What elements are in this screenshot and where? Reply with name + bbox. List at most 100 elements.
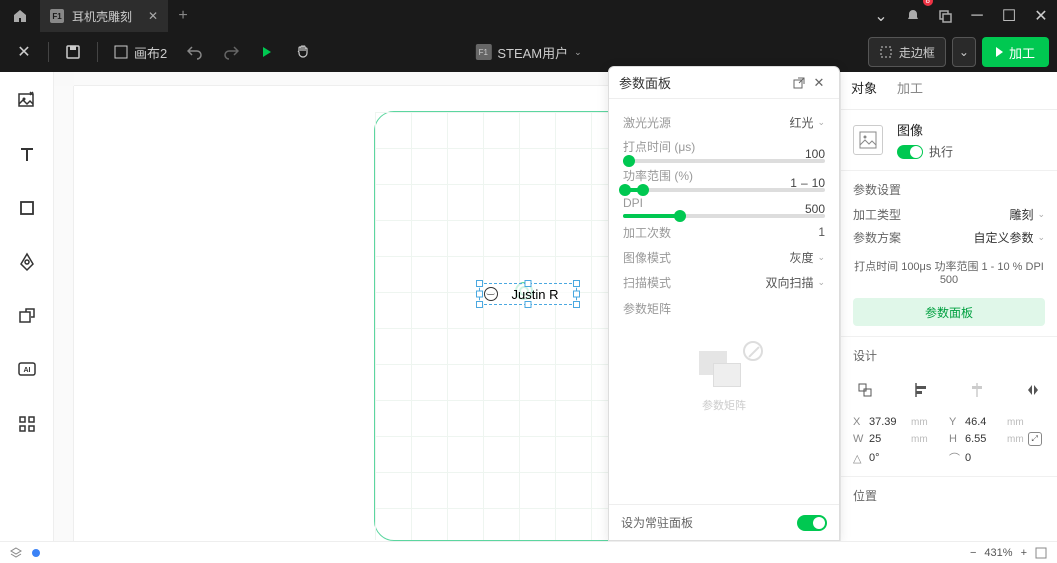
window-maximize-button[interactable]: ☐ xyxy=(993,0,1025,32)
zoom-fit-button[interactable] xyxy=(1035,547,1047,559)
smiley-icon xyxy=(484,287,498,301)
process-button[interactable]: 加工 xyxy=(982,37,1049,67)
copy-icon[interactable] xyxy=(929,0,961,32)
position-heading: 位置 xyxy=(853,487,1045,504)
titlebar: F1 耳机壳雕刻 ✕ + ⌄ 8 ─ ☐ ✕ xyxy=(0,0,1057,32)
app-logo-icon[interactable]: ✕ xyxy=(8,36,40,68)
status-bar: − 431% + xyxy=(0,541,1057,563)
image-mode-label: 图像模式 xyxy=(623,249,789,266)
y-input[interactable]: 46.4 xyxy=(965,416,1003,428)
process-type-select[interactable]: 雕刻⌄ xyxy=(1009,206,1045,223)
apps-tool-button[interactable] xyxy=(11,408,43,440)
play-preview-button[interactable] xyxy=(251,36,283,68)
align-left-button[interactable] xyxy=(909,378,933,402)
selected-object[interactable]: Justin R xyxy=(479,283,577,305)
arrange-button[interactable] xyxy=(853,378,877,402)
resize-handle[interactable] xyxy=(476,280,483,287)
zoom-out-button[interactable]: − xyxy=(970,547,976,559)
tab-process[interactable]: 加工 xyxy=(897,78,923,103)
pin-panel-toggle[interactable] xyxy=(797,515,827,531)
resize-handle[interactable] xyxy=(573,291,580,298)
scan-mode-label: 扫描模式 xyxy=(623,274,765,291)
forbidden-icon xyxy=(743,341,763,361)
status-dot-icon xyxy=(32,549,40,557)
document-tab[interactable]: F1 耳机壳雕刻 ✕ xyxy=(40,0,168,32)
settings-heading: 参数设置 xyxy=(853,181,1045,198)
resize-handle[interactable] xyxy=(476,291,483,298)
chevron-down-icon: ⌄ xyxy=(574,47,582,58)
align-center-button[interactable] xyxy=(965,378,989,402)
resize-handle[interactable] xyxy=(573,280,580,287)
scan-mode-select[interactable]: 双向扫描⌄ xyxy=(765,274,825,291)
execute-toggle[interactable] xyxy=(897,145,923,159)
open-params-panel-button[interactable]: 参数面板 xyxy=(853,298,1045,326)
image-tool-button[interactable] xyxy=(11,84,43,116)
params-panel-title: 参数面板 xyxy=(619,73,671,92)
resize-handle[interactable] xyxy=(573,301,580,308)
window-close-button[interactable]: ✕ xyxy=(1025,0,1057,32)
flip-button[interactable] xyxy=(1021,378,1045,402)
y-label: Y xyxy=(949,416,961,428)
user-doc-icon: F1 xyxy=(475,44,491,60)
layers-icon[interactable] xyxy=(10,547,22,559)
undo-button[interactable] xyxy=(179,36,211,68)
chevron-down-icon[interactable]: ⌄ xyxy=(865,0,897,32)
scheme-label: 参数方案 xyxy=(853,229,973,246)
close-panel-icon[interactable]: ✕ xyxy=(809,75,829,91)
params-summary: 打点时间 100μs 功率范围 1 - 10 % DPI 500 xyxy=(853,252,1045,292)
user-selector[interactable]: F1 STEAM用户 ⌄ xyxy=(475,43,581,62)
pan-tool-button[interactable] xyxy=(287,36,319,68)
scheme-select[interactable]: 自定义参数⌄ xyxy=(973,229,1045,246)
angle-input[interactable]: 0° xyxy=(869,452,907,464)
tab-object[interactable]: 对象 xyxy=(851,78,877,103)
radius-input[interactable]: 0 xyxy=(965,452,1003,464)
save-button[interactable] xyxy=(57,36,89,68)
selected-text: Justin R xyxy=(512,287,559,302)
matrix-label: 参数矩阵 xyxy=(623,300,825,317)
notifications-button[interactable]: 8 xyxy=(897,0,929,32)
laser-source-select[interactable]: 红光⌄ xyxy=(789,114,825,131)
play-icon xyxy=(996,47,1003,57)
parameters-panel: 参数面板 ✕ 激光光源 红光⌄ 打点时间 (μs) 100 功率范围 (%) 1… xyxy=(608,66,840,541)
w-label: W xyxy=(853,433,865,445)
process-button-label: 加工 xyxy=(1009,43,1035,62)
popout-icon[interactable] xyxy=(789,77,809,89)
resize-handle[interactable] xyxy=(525,280,532,287)
lock-aspect-button[interactable]: ⤢ xyxy=(1028,432,1042,446)
ai-tool-button[interactable]: AI xyxy=(11,354,43,386)
properties-panel: 对象 加工 图像 执行 参数设置 加工类型 雕刻⌄ xyxy=(840,72,1057,563)
frame-button[interactable]: 走边框 xyxy=(868,37,946,67)
image-thumbnail-icon xyxy=(853,125,883,155)
boolean-tool-button[interactable] xyxy=(11,300,43,332)
toolbar: ✕ 画布2 F1 STEAM用户 ⌄ 走边框 ⌄ 加工 xyxy=(0,32,1057,72)
dot-time-slider[interactable] xyxy=(623,159,825,163)
zoom-value[interactable]: 431% xyxy=(984,547,1012,559)
power-range-slider[interactable] xyxy=(623,188,825,192)
text-tool-button[interactable] xyxy=(11,138,43,170)
canvas-selector[interactable]: 画布2 xyxy=(106,43,175,62)
pen-tool-button[interactable] xyxy=(11,246,43,278)
add-tab-button[interactable]: + xyxy=(168,7,198,25)
canvas-name-label: 画布2 xyxy=(134,43,167,62)
passes-input[interactable]: 1 xyxy=(818,225,825,239)
w-input[interactable]: 25 xyxy=(869,433,907,445)
frame-dropdown-button[interactable]: ⌄ xyxy=(952,37,976,67)
design-heading: 设计 xyxy=(853,347,1045,364)
dpi-slider[interactable] xyxy=(623,214,825,218)
home-button[interactable] xyxy=(0,8,40,24)
x-label: X xyxy=(853,416,865,428)
h-label: H xyxy=(949,433,961,445)
process-type-label: 加工类型 xyxy=(853,206,1009,223)
zoom-in-button[interactable]: + xyxy=(1021,547,1027,559)
x-input[interactable]: 37.39 xyxy=(869,416,907,428)
redo-button[interactable] xyxy=(215,36,247,68)
h-input[interactable]: 6.55 xyxy=(965,433,1003,445)
resize-handle[interactable] xyxy=(476,301,483,308)
window-minimize-button[interactable]: ─ xyxy=(961,0,993,32)
resize-handle[interactable] xyxy=(525,301,532,308)
angle-label: △ xyxy=(853,452,865,465)
image-mode-select[interactable]: 灰度⌄ xyxy=(789,249,825,266)
shape-tool-button[interactable] xyxy=(11,192,43,224)
user-label: STEAM用户 xyxy=(497,43,568,62)
tab-close-icon[interactable]: ✕ xyxy=(148,9,158,23)
